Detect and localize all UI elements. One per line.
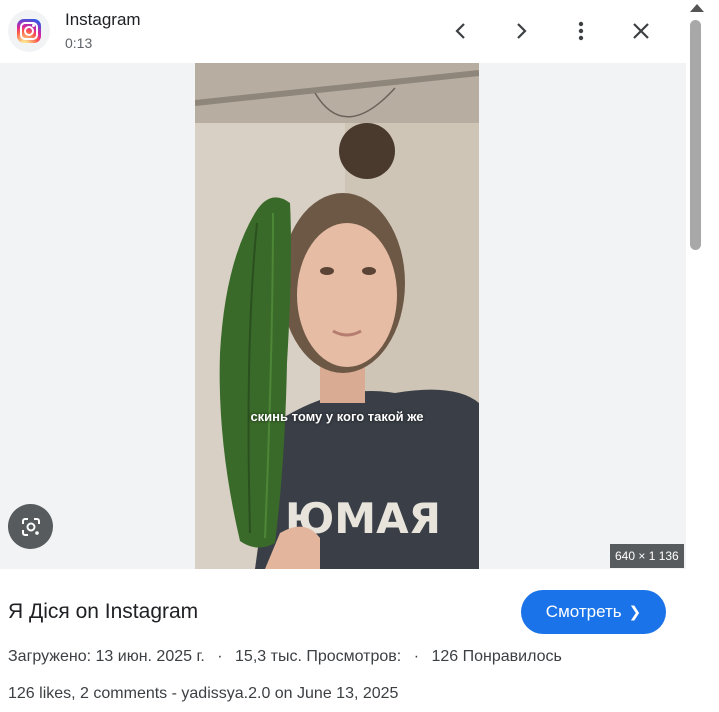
google-lens-icon (21, 517, 40, 536)
source-title: Instagram (65, 10, 141, 29)
instagram-icon[interactable] (8, 10, 50, 52)
upload-date: Загружено: 13 июн. 2025 г. (8, 648, 205, 665)
scroll-up-arrow[interactable] (690, 4, 704, 12)
more-options-button[interactable] (562, 12, 600, 50)
close-button[interactable] (622, 12, 660, 50)
video-caption-overlay: скинь тому у кого такой же (250, 409, 424, 424)
separator: · (217, 648, 223, 665)
result-title[interactable]: Я Дiся on Instagram (8, 600, 198, 624)
watch-button-label: Смотреть (545, 602, 622, 621)
chevron-left-icon (455, 23, 465, 39)
previous-button[interactable] (442, 12, 480, 50)
result-description: 126 likes, 2 comments - yadissya.2.0 on … (8, 685, 399, 702)
image-dimensions-badge: 640 × 1 136 (610, 544, 684, 568)
media-preview: ЮМАЯ скинь тому у кого такой же 640 × 1 … (0, 63, 686, 569)
viewer-header: Instagram 0:13 (0, 0, 686, 63)
close-icon (633, 23, 649, 39)
video-thumbnail[interactable]: ЮМАЯ скинь тому у кого такой же (195, 63, 479, 569)
chevron-right-icon (517, 23, 527, 39)
scrollbar-thumb[interactable] (690, 20, 701, 250)
google-lens-button[interactable] (8, 504, 53, 549)
next-button[interactable] (502, 12, 540, 50)
video-frame-image: ЮМАЯ (195, 63, 479, 569)
chevron-right-icon: ❯ (628, 604, 642, 621)
more-vert-icon (578, 21, 584, 41)
watch-button[interactable]: Смотреть ❯ (521, 590, 666, 634)
metadata-line: Загружено: 13 июн. 2025 г. · 15,3 тыс. П… (8, 648, 562, 666)
view-count: 15,3 тыс. Просмотров: (235, 648, 402, 665)
separator: · (413, 648, 420, 665)
like-count: 126 Понравилось (431, 648, 562, 665)
video-duration: 0:13 (65, 35, 93, 51)
